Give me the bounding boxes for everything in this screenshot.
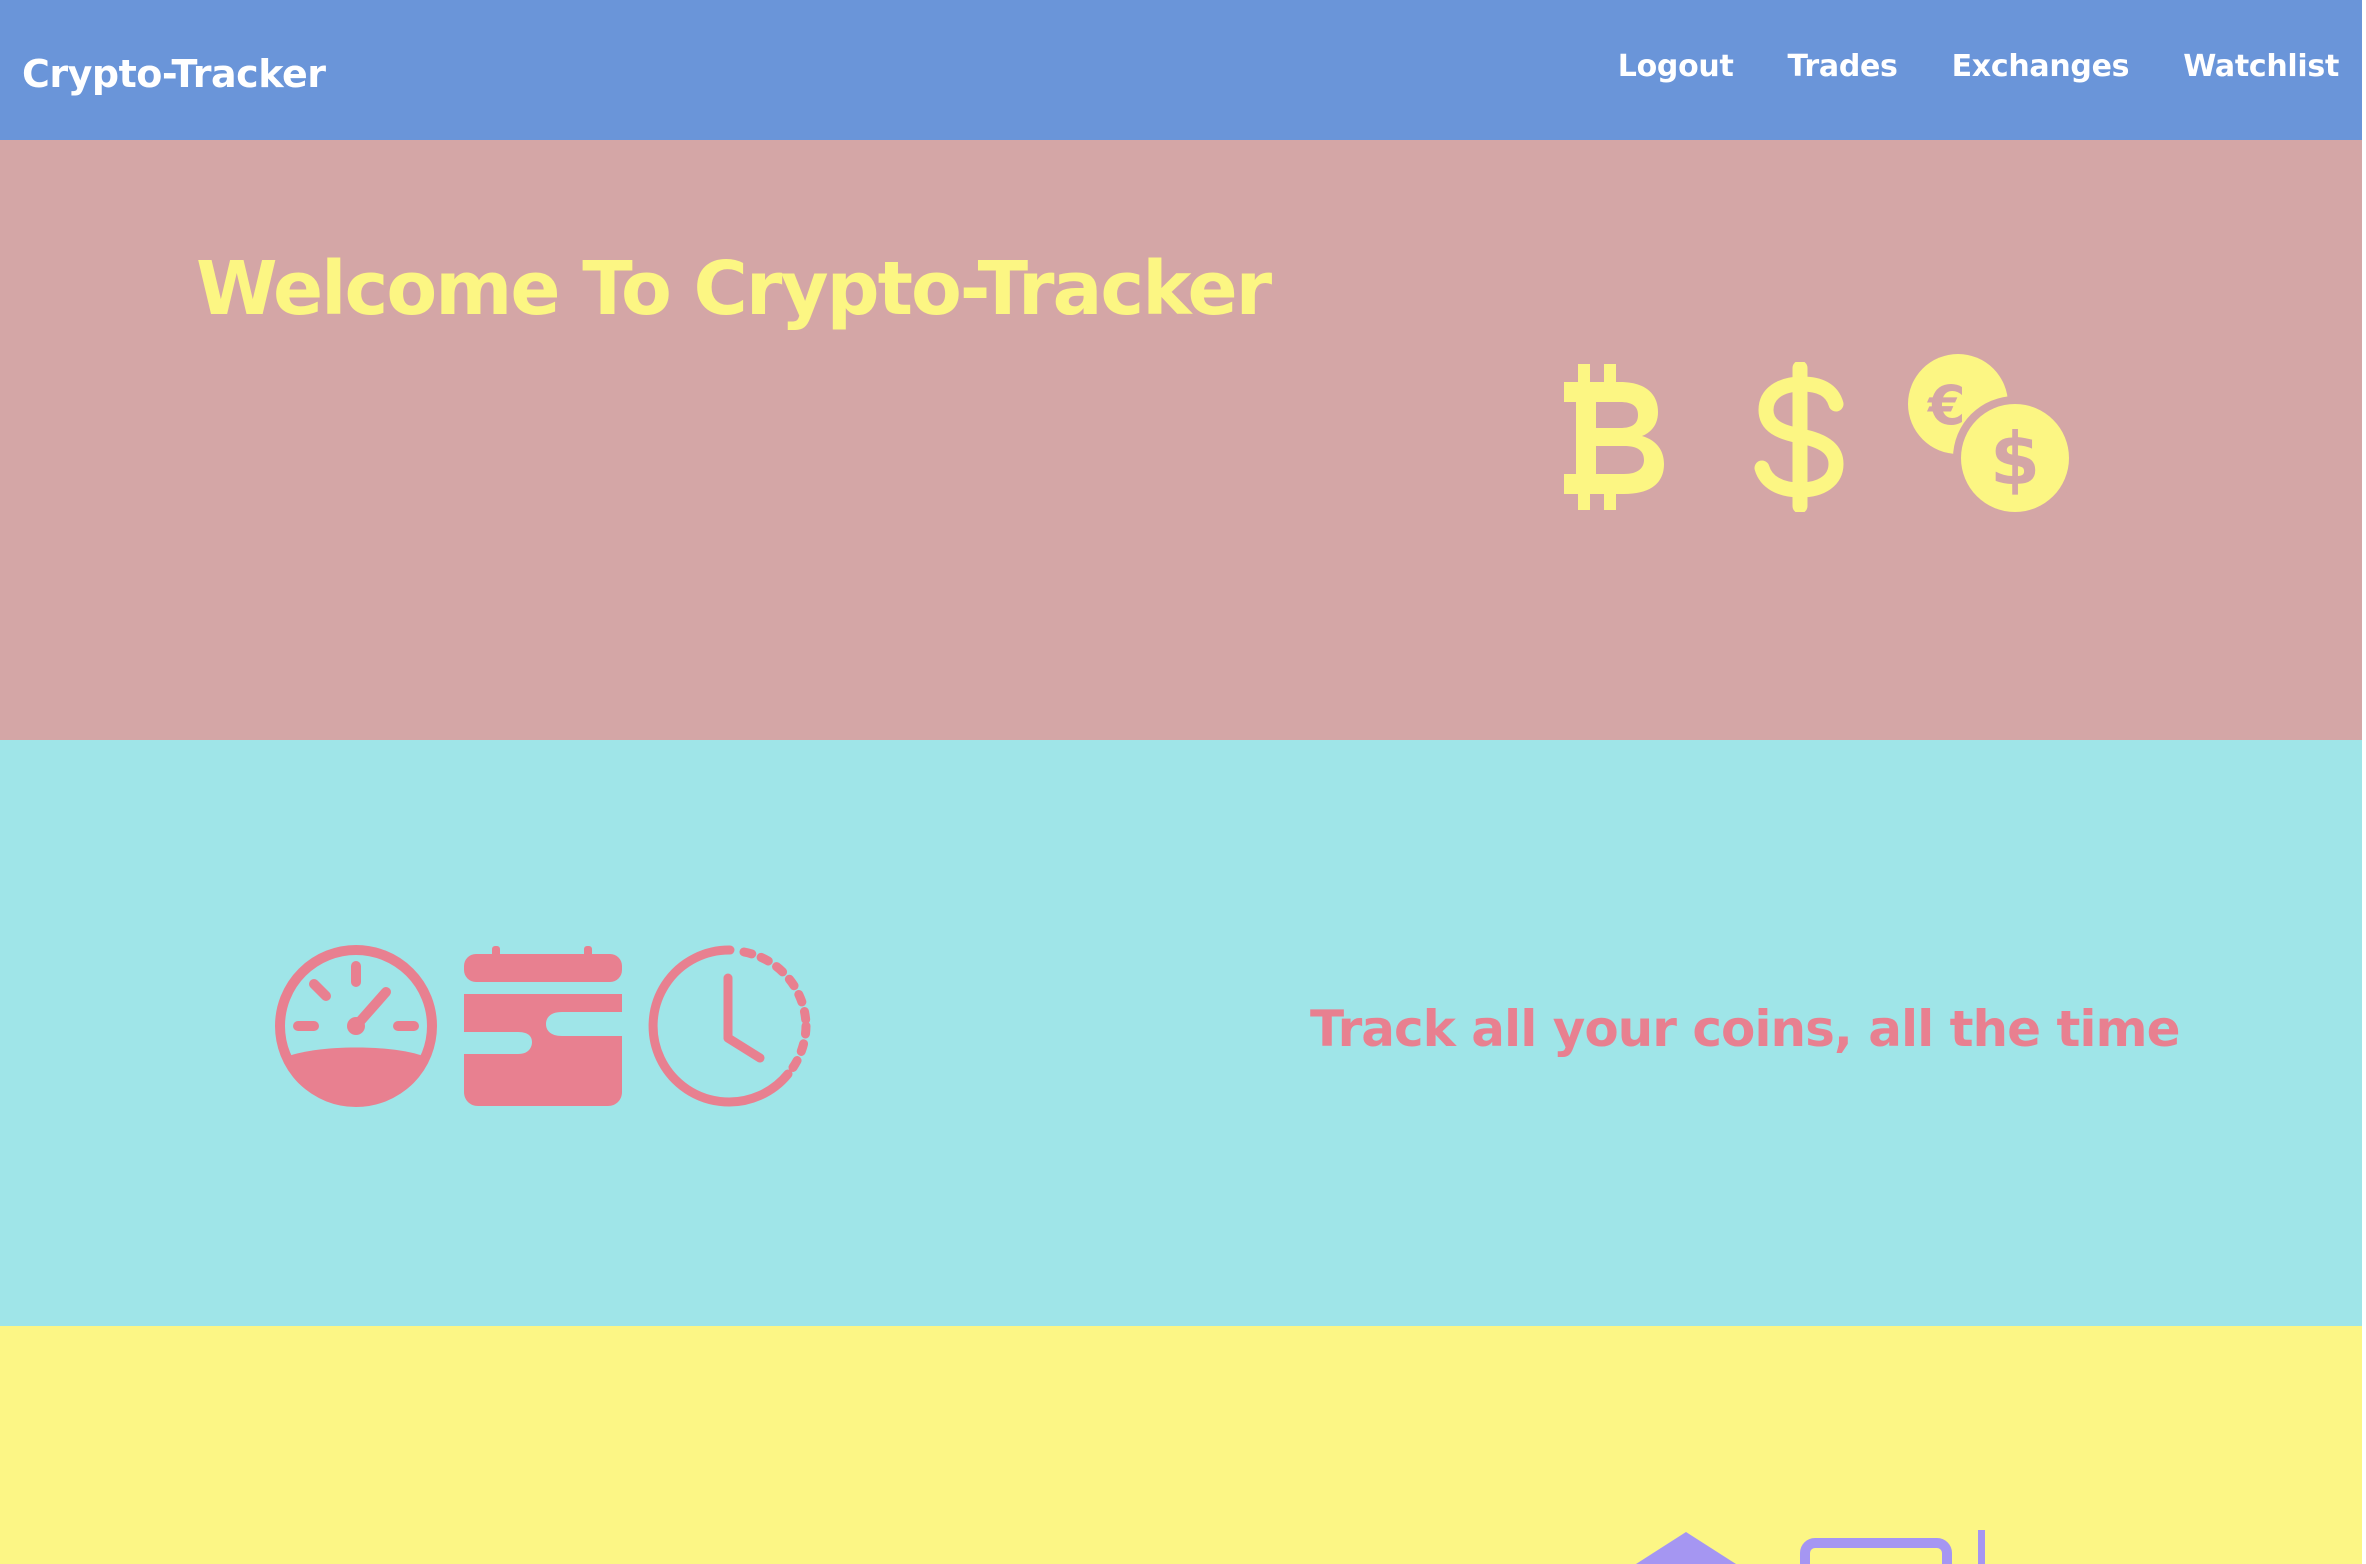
wallet-icon [464, 946, 622, 1106]
feature-tagline: Track all your coins, all the time [1310, 1000, 2181, 1058]
partial-home-icon [1636, 1532, 1736, 1564]
nav-links: Logout Trades Exchanges Watchlist [1618, 49, 2340, 84]
svg-text:$: $ [1990, 417, 2040, 501]
dollar-icon [1754, 362, 1844, 512]
clock-icon [648, 945, 811, 1107]
page: Crypto-Tracker Logout Trades Exchanges W… [0, 0, 2366, 1564]
navbar: Crypto-Tracker Logout Trades Exchanges W… [0, 0, 2366, 140]
bitcoin-icon [1564, 364, 1664, 510]
partial-chart-icon [1978, 1530, 1985, 1564]
right-edge [2362, 0, 2366, 1564]
partial-card-icon [1800, 1538, 1952, 1564]
nav-link-trades[interactable]: Trades [1788, 49, 1898, 84]
nav-link-exchanges[interactable]: Exchanges [1952, 49, 2130, 84]
brand-logo[interactable]: Crypto-Tracker [22, 52, 326, 96]
third-section [0, 1326, 2366, 1564]
nav-link-watchlist[interactable]: Watchlist [2183, 49, 2339, 84]
nav-link-logout[interactable]: Logout [1618, 49, 1734, 84]
speedometer-icon [275, 945, 437, 1107]
coins-icon: € $ [1908, 354, 2074, 516]
svg-text:€: € [1926, 374, 1966, 437]
hero-title: Welcome To Crypto-Tracker [196, 246, 1272, 332]
